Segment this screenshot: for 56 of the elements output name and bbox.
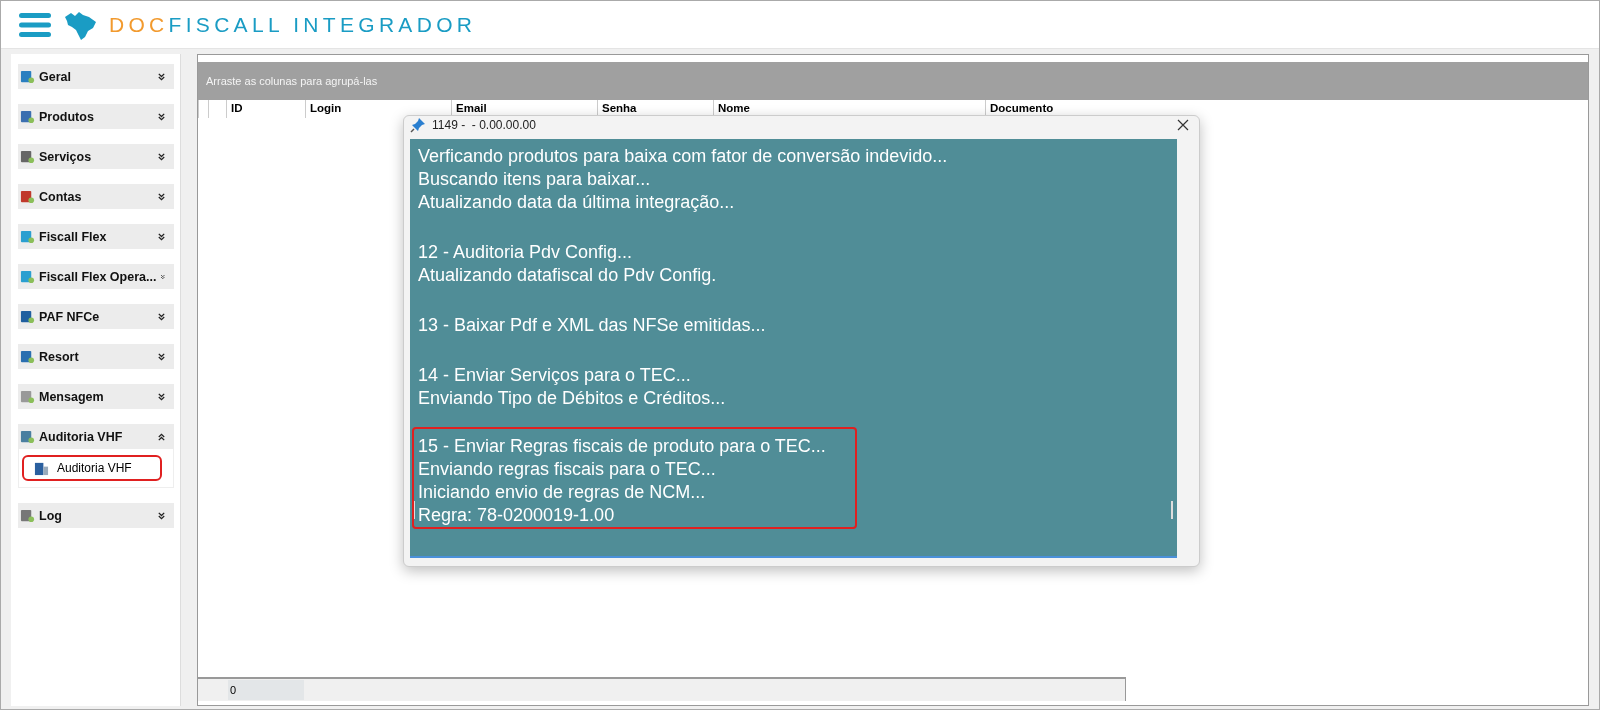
chevron-icon	[157, 391, 166, 402]
pin-icon	[410, 116, 426, 133]
sidebar-item[interactable]: Serviços	[18, 144, 174, 169]
log-line: Enviando regras fiscais para o TEC...	[418, 458, 717, 481]
chevron-icon	[157, 311, 166, 322]
sidebar-item[interactable]: Fiscall Flex	[18, 224, 174, 249]
sidebar-item[interactable]: Fiscall Flex Opera...	[18, 264, 174, 289]
sidebar-item[interactable]: Log	[18, 503, 174, 528]
log-line: 14 - Enviar Serviços para o TEC...	[418, 364, 692, 387]
close-icon[interactable]	[1177, 118, 1189, 131]
module-icon	[20, 149, 35, 164]
app-logo-text: DOC FISCALL INTEGRADOR	[109, 12, 477, 37]
log-line: Buscando itens para baixar...	[418, 168, 652, 191]
sidebar-item[interactable]: Auditoria VHF	[18, 424, 174, 449]
module-icon	[20, 309, 35, 324]
module-icon	[20, 189, 35, 204]
module-icon	[20, 69, 35, 84]
dialog-title: 1149 - - 0.00.00.00	[432, 117, 537, 132]
log-line: Regra: 78-0200019-1.00	[418, 504, 616, 527]
module-icon	[20, 109, 35, 124]
chevron-icon	[157, 71, 166, 82]
module-icon	[20, 508, 35, 523]
chevron-icon	[157, 151, 166, 162]
building-icon	[34, 460, 49, 476]
module-icon	[20, 429, 35, 444]
text-cursor	[414, 501, 415, 519]
log-line: 12 - Auditoria Pdv Config...	[418, 241, 634, 264]
scrollbar-thumb[interactable]	[1171, 501, 1173, 519]
sidebar-item[interactable]: Mensagem	[18, 384, 174, 409]
module-icon	[20, 229, 35, 244]
chevron-icon	[157, 231, 166, 242]
sidebar-item[interactable]: Geral	[18, 64, 174, 89]
log-line: Atualizando data da última integração...	[418, 191, 736, 214]
count-cell: 0	[228, 680, 304, 700]
chevron-icon	[157, 351, 166, 362]
sidebar-subitem[interactable]: Auditoria VHF	[22, 455, 162, 481]
module-icon	[20, 269, 35, 284]
log-line: 13 - Baixar Pdf e XML das NFSe emitidas...	[418, 314, 767, 337]
chevron-icon	[157, 191, 166, 202]
sidebar-item[interactable]: Produtos	[18, 104, 174, 129]
module-icon	[20, 389, 35, 404]
chevron-icon	[157, 111, 166, 122]
log-line: Iniciando envio de regras de NCM...	[418, 481, 707, 504]
log-line: Verficando produtos para baixa com fator de conversão indevido...	[418, 145, 948, 168]
menu-icon[interactable]	[19, 11, 51, 38]
module-icon	[20, 349, 35, 364]
sidebar-item[interactable]: Contas	[18, 184, 174, 209]
column-header[interactable]: ID	[226, 100, 305, 118]
log-line: 15 - Enviar Regras fiscais de produto para o TEC...	[418, 435, 827, 458]
sidebar-item[interactable]: Resort	[18, 344, 174, 369]
group-hint: Arraste as colunas para agrupá-las	[206, 75, 378, 87]
log-line: Atualizando datafiscal do Pdv Config.	[418, 264, 718, 287]
log-line: Enviando Tipo de Débitos e Créditos...	[418, 387, 727, 410]
sidebar-item[interactable]: PAF NFCe	[18, 304, 174, 329]
chevron-icon	[157, 431, 166, 442]
chevron-icon	[157, 510, 166, 521]
